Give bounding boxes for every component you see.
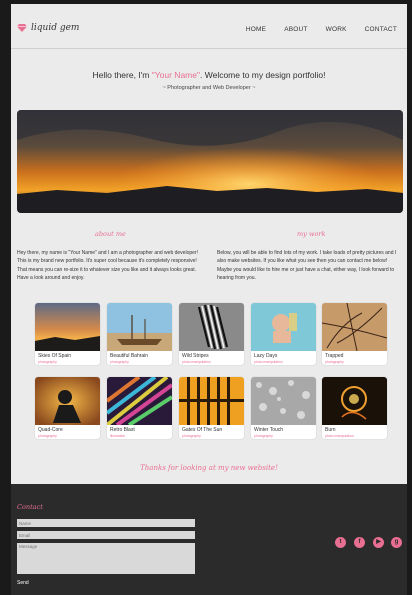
- card-title: Lazy Days: [254, 353, 278, 359]
- thanks-message: Thanks for looking at my new website!: [140, 464, 278, 472]
- nav-contact[interactable]: CONTACT: [365, 26, 397, 33]
- intro-heading: Hello there, I'm "Your Name". Welcome to…: [11, 70, 407, 80]
- card-category: photography: [182, 434, 201, 438]
- portfolio-card[interactable]: Lazy Days photo manipulation: [251, 303, 316, 365]
- trapped-thumbnail: [322, 303, 387, 351]
- nav-home[interactable]: HOME: [246, 26, 266, 33]
- beautiful-bahrain-thumbnail: [107, 303, 172, 351]
- quad-core-thumbnail: [35, 377, 100, 425]
- intro-subtitle: ~ Photographer and Web Developer ~: [162, 85, 256, 91]
- hero-image: [17, 110, 403, 213]
- contact-footer: Contact Send t f ▶ g: [11, 484, 407, 595]
- facebook-icon[interactable]: f: [354, 537, 365, 548]
- portfolio-card[interactable]: Burn photo manipulation: [322, 377, 387, 439]
- main-nav: HOME ABOUT WORK CONTACT: [246, 26, 397, 33]
- portfolio-card[interactable]: Skies Of Spain photography: [35, 303, 100, 365]
- portfolio-card[interactable]: Retro Blast illustration: [107, 377, 172, 439]
- portfolio-card[interactable]: Gates Of The Sun photography: [179, 377, 244, 439]
- card-title: Beautiful Bahrain: [110, 353, 149, 359]
- name-field[interactable]: [17, 519, 195, 527]
- portfolio-card[interactable]: Trapped photography: [322, 303, 387, 365]
- burn-thumbnail: [322, 377, 387, 425]
- card-title: Winter Touch: [254, 427, 284, 433]
- gates-of-the-sun-thumbnail: [179, 377, 244, 425]
- portfolio-card[interactable]: Winter Touch photography: [251, 377, 316, 439]
- winter-touch-thumbnail: [251, 377, 316, 425]
- site-header: liquid gem HOME ABOUT WORK CONTACT: [11, 4, 407, 49]
- wild-stripes-thumbnail: [179, 303, 244, 351]
- site-logo[interactable]: liquid gem: [17, 23, 79, 33]
- nav-work[interactable]: WORK: [326, 26, 347, 33]
- work-heading: my work: [297, 230, 326, 238]
- card-category: photography: [325, 360, 344, 364]
- intro-name: "Your Name": [151, 70, 200, 80]
- retro-blast-thumbnail: [107, 377, 172, 425]
- card-category: photography: [110, 360, 129, 364]
- send-button[interactable]: Send: [17, 580, 29, 586]
- page-container: liquid gem HOME ABOUT WORK CONTACT Hello…: [11, 4, 407, 484]
- googleplus-icon[interactable]: g: [391, 537, 402, 548]
- nav-about[interactable]: ABOUT: [284, 26, 307, 33]
- card-category: photo manipulation: [325, 434, 354, 438]
- card-title: Quad-Core: [38, 427, 63, 433]
- card-title: Retro Blast: [110, 427, 135, 433]
- email-field[interactable]: [17, 531, 195, 539]
- card-category: photography: [254, 434, 273, 438]
- gem-icon: [17, 24, 27, 32]
- card-category: photo manipulation: [254, 360, 283, 364]
- card-title: Gates Of The Sun: [182, 427, 223, 433]
- about-heading: about me: [95, 230, 126, 238]
- about-text: Hey there, my name is "Your Name" and I …: [17, 250, 198, 282]
- skies-of-spain-thumbnail: [35, 303, 100, 351]
- work-text: Below, you will be able to find lots of …: [217, 250, 397, 282]
- card-category: illustration: [110, 434, 126, 438]
- card-category: photography: [38, 360, 57, 364]
- card-title: Skies Of Spain: [38, 353, 72, 359]
- youtube-icon[interactable]: ▶: [373, 537, 384, 548]
- card-category: photography: [38, 434, 57, 438]
- portfolio-card[interactable]: Quad-Core photography: [35, 377, 100, 439]
- portfolio-card[interactable]: Beautiful Bahrain photography: [107, 303, 172, 365]
- intro-hello-post: . Welcome to my design portfolio!: [200, 70, 326, 80]
- logo-text: liquid gem: [31, 23, 80, 33]
- card-title: Trapped: [325, 353, 344, 359]
- contact-heading: Contact: [17, 503, 43, 511]
- message-field[interactable]: [17, 543, 195, 574]
- card-category: photo manipulation: [182, 360, 211, 364]
- twitter-icon[interactable]: t: [335, 537, 346, 548]
- lazy-days-thumbnail: [251, 303, 316, 351]
- card-title: Burn: [325, 427, 336, 433]
- portfolio-card[interactable]: Wild Stripes photo manipulation: [179, 303, 244, 365]
- card-title: Wild Stripes: [182, 353, 209, 359]
- intro-hello-pre: Hello there, I'm: [92, 70, 152, 80]
